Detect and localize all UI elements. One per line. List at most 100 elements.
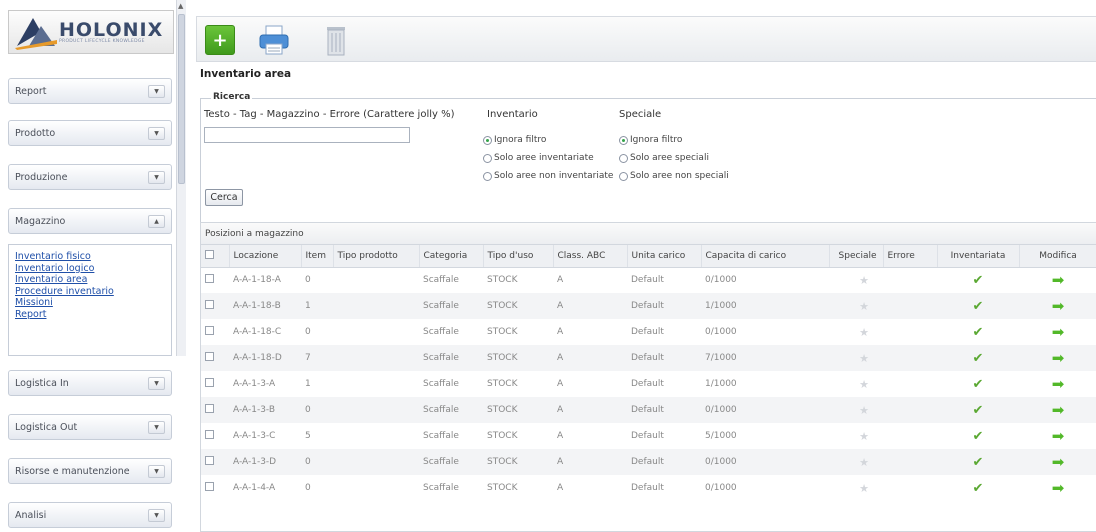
cell-modifica[interactable]: ➡: [1019, 319, 1096, 345]
radio-empty-icon[interactable]: [483, 153, 492, 163]
chevron-down-icon[interactable]: ▼: [148, 420, 165, 434]
col-header-categoria[interactable]: Categoria: [419, 245, 484, 268]
col-header-tipo-uso[interactable]: Tipo d'uso: [483, 245, 554, 268]
row-checkbox[interactable]: [201, 371, 229, 397]
submenu-link-inventario-fisico[interactable]: Inventario fisico: [15, 251, 171, 263]
scrollbar-thumb[interactable]: [178, 14, 185, 184]
submenu-link-report[interactable]: Report: [15, 309, 171, 321]
star-icon[interactable]: ★: [859, 430, 869, 443]
scroll-up-icon[interactable]: ▲: [178, 2, 183, 10]
arrow-right-icon[interactable]: ➡: [1052, 349, 1065, 367]
star-icon[interactable]: ★: [859, 456, 869, 469]
radio-selected-icon[interactable]: [619, 135, 628, 145]
submenu-link-missioni[interactable]: Missioni: [15, 297, 171, 309]
panel-prodotto[interactable]: Prodotto ▼: [8, 120, 172, 146]
arrow-right-icon[interactable]: ➡: [1052, 427, 1065, 445]
arrow-right-icon[interactable]: ➡: [1052, 271, 1065, 289]
cell-modifica[interactable]: ➡: [1019, 449, 1096, 475]
chevron-down-icon[interactable]: ▼: [148, 508, 165, 522]
chevron-up-icon[interactable]: ▲: [148, 214, 165, 228]
submenu-link-inventario-logico[interactable]: Inventario logico: [15, 263, 171, 275]
row-checkbox[interactable]: [201, 319, 229, 345]
chevron-down-icon[interactable]: ▼: [148, 464, 165, 478]
chevron-down-icon[interactable]: ▼: [148, 126, 165, 140]
arrow-right-icon[interactable]: ➡: [1052, 401, 1065, 419]
table-row[interactable]: A-A-1-18-B 1 Scaffale STOCK A Default 1/1000 ★ ✔…: [201, 293, 1096, 319]
col-header-errore[interactable]: Errore: [883, 245, 938, 268]
arrow-right-icon[interactable]: ➡: [1052, 453, 1065, 471]
row-checkbox[interactable]: [201, 475, 229, 501]
row-checkbox[interactable]: [201, 345, 229, 371]
cell-modifica[interactable]: ➡: [1019, 397, 1096, 423]
star-icon[interactable]: ★: [859, 326, 869, 339]
row-checkbox[interactable]: [201, 293, 229, 319]
cell-modifica[interactable]: ➡: [1019, 423, 1096, 449]
table-row[interactable]: A-A-1-4-A 0 Scaffale STOCK A Default 0/1000 ★ ✔ ➡: [201, 475, 1096, 501]
row-checkbox[interactable]: [201, 449, 229, 475]
cell-modifica[interactable]: ➡: [1019, 371, 1096, 397]
col-header-unita-carico[interactable]: Unita carico: [627, 245, 702, 268]
plus-icon[interactable]: +: [205, 25, 235, 55]
table-row[interactable]: A-A-1-18-A 0 Scaffale STOCK A Default 0/1000 ★ ✔…: [201, 267, 1096, 293]
printer-icon[interactable]: [257, 23, 291, 57]
row-checkbox[interactable]: [201, 423, 229, 449]
col-header-modifica[interactable]: Modifica: [1019, 245, 1096, 268]
col-header-class-abc[interactable]: Class. ABC: [553, 245, 628, 268]
radio-speciale-solo[interactable]: Solo aree speciali: [619, 153, 709, 163]
panel-logistica-in[interactable]: Logistica In ▼: [8, 370, 172, 396]
sidebar-scrollbar[interactable]: ▲: [176, 0, 186, 356]
row-checkbox[interactable]: [201, 267, 229, 293]
table-row[interactable]: A-A-1-18-D 7 Scaffale STOCK A Default 7/1000 ★ ✔…: [201, 345, 1096, 371]
radio-inventario-non[interactable]: Solo aree non inventariate: [483, 171, 613, 181]
chevron-down-icon[interactable]: ▼: [148, 170, 165, 184]
panel-logistica-out[interactable]: Logistica Out ▼: [8, 414, 172, 440]
arrow-right-icon[interactable]: ➡: [1052, 297, 1065, 315]
panel-report[interactable]: Report ▼: [8, 78, 172, 104]
table-row[interactable]: A-A-1-18-C 0 Scaffale STOCK A Default 0/1000 ★ ✔…: [201, 319, 1096, 345]
submenu-link-inventario-area[interactable]: Inventario area: [15, 274, 171, 286]
radio-speciale-ignora[interactable]: Ignora filtro: [619, 135, 682, 145]
table-row[interactable]: A-A-1-3-A 1 Scaffale STOCK A Default 1/1000 ★ ✔ ➡: [201, 371, 1096, 397]
table-row[interactable]: A-A-1-3-C 5 Scaffale STOCK A Default 5/1000 ★ ✔ ➡: [201, 423, 1096, 449]
cell-modifica[interactable]: ➡: [1019, 475, 1096, 501]
radio-empty-icon[interactable]: [483, 171, 492, 181]
radio-inventario-solo[interactable]: Solo aree inventariate: [483, 153, 594, 163]
chevron-down-icon[interactable]: ▼: [148, 376, 165, 390]
star-icon[interactable]: ★: [859, 482, 869, 495]
cell-modifica[interactable]: ➡: [1019, 293, 1096, 319]
col-header-capacita[interactable]: Capacita di carico: [701, 245, 830, 268]
star-icon[interactable]: ★: [859, 404, 869, 417]
panel-analisi[interactable]: Analisi ▼: [8, 502, 172, 528]
star-icon[interactable]: ★: [859, 274, 869, 287]
search-input[interactable]: [204, 127, 410, 143]
panel-risorse-manutenzione[interactable]: Risorse e manutenzione ▼: [8, 458, 172, 484]
radio-speciale-non[interactable]: Solo aree non speciali: [619, 171, 729, 181]
col-header-inventariata[interactable]: Inventariata: [937, 245, 1020, 268]
trash-icon[interactable]: [319, 23, 353, 57]
col-header-speciale[interactable]: Speciale: [829, 245, 884, 268]
arrow-right-icon[interactable]: ➡: [1052, 479, 1065, 497]
submenu-link-procedure-inventario[interactable]: Procedure inventario: [15, 286, 171, 298]
radio-inventario-ignora[interactable]: Ignora filtro: [483, 135, 546, 145]
chevron-down-icon[interactable]: ▼: [148, 84, 165, 98]
cell-modifica[interactable]: ➡: [1019, 267, 1096, 293]
arrow-right-icon[interactable]: ➡: [1052, 323, 1065, 341]
panel-magazzino[interactable]: Magazzino ▲: [8, 208, 172, 234]
star-icon[interactable]: ★: [859, 352, 869, 365]
arrow-right-icon[interactable]: ➡: [1052, 375, 1065, 393]
radio-selected-icon[interactable]: [483, 135, 492, 145]
table-row[interactable]: A-A-1-3-D 0 Scaffale STOCK A Default 0/1000 ★ ✔ ➡: [201, 449, 1096, 475]
col-header-item[interactable]: Item: [301, 245, 334, 268]
row-checkbox[interactable]: [201, 397, 229, 423]
cell-modifica[interactable]: ➡: [1019, 345, 1096, 371]
table-row[interactable]: A-A-1-3-B 0 Scaffale STOCK A Default 0/1000 ★ ✔ ➡: [201, 397, 1096, 423]
panel-produzione[interactable]: Produzione ▼: [8, 164, 172, 190]
radio-empty-icon[interactable]: [619, 153, 628, 163]
col-header-locazione[interactable]: Locazione: [229, 245, 302, 268]
col-header-tipo-prodotto[interactable]: Tipo prodotto: [333, 245, 420, 268]
star-icon[interactable]: ★: [859, 378, 869, 391]
search-button[interactable]: Cerca: [205, 189, 243, 206]
select-all-checkbox[interactable]: [201, 245, 230, 268]
radio-empty-icon[interactable]: [619, 171, 628, 181]
star-icon[interactable]: ★: [859, 300, 869, 313]
